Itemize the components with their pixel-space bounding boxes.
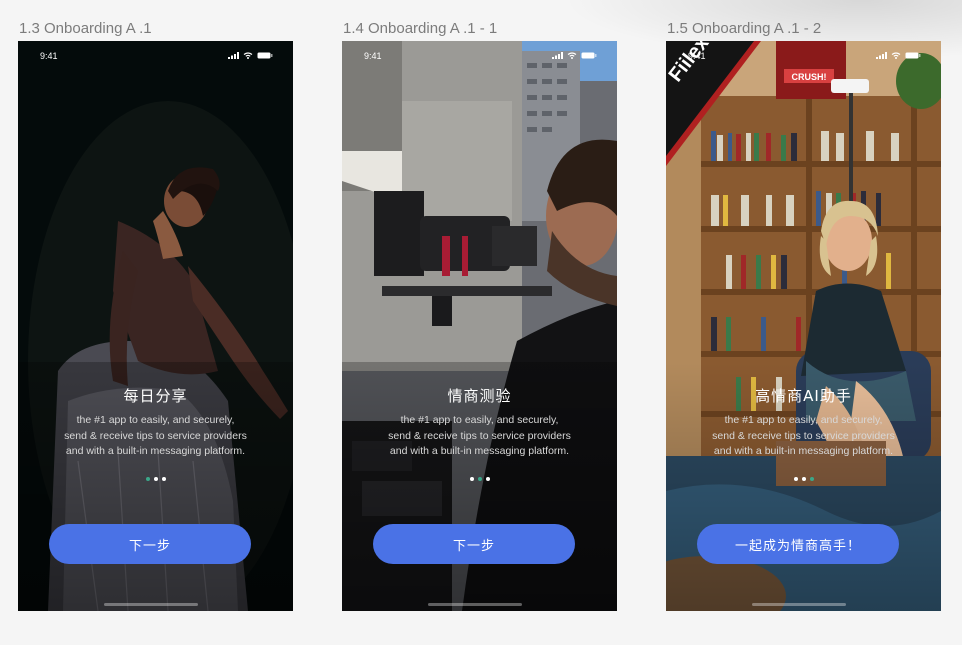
frame-label-1: 1.3 Onboarding A .1 — [19, 20, 152, 37]
page-indicator — [342, 477, 617, 481]
page-dot[interactable] — [485, 477, 490, 481]
onboarding-description: the #1 app to easily, and securely, send… — [666, 413, 941, 460]
page-dot[interactable] — [801, 477, 806, 481]
wifi-icon — [891, 52, 901, 59]
battery-icon — [581, 52, 597, 59]
next-button[interactable]: 下一步 — [373, 524, 575, 564]
desc-line: send & receive tips to service providers — [712, 429, 895, 442]
onboarding-title: 每日分享 — [123, 387, 188, 405]
page-dot-active[interactable] — [145, 477, 150, 481]
onboarding-title: 高情商AI助手 — [755, 387, 852, 405]
page-dot-active[interactable] — [477, 477, 482, 481]
home-indicator — [428, 603, 522, 606]
desc-line: send & receive tips to service providers — [388, 429, 571, 442]
signal-icon — [552, 52, 563, 59]
status-icons — [228, 52, 273, 59]
onboarding-description: the #1 app to easily, and securely, send… — [342, 413, 617, 460]
home-indicator — [752, 603, 846, 606]
start-button[interactable]: 一起成为情商高手！ — [697, 524, 899, 564]
wifi-icon — [567, 52, 577, 59]
onboarding-title: 情商测验 — [447, 387, 512, 405]
home-indicator — [104, 603, 198, 606]
desc-line: and with a built-in messaging platform. — [65, 445, 246, 457]
frame-label-3: 1.5 Onboarding A .1 - 2 — [667, 20, 822, 37]
onboarding-screen-3: Fiilex CRUSH! 9:41 高情商AI助手 the #1 app to… — [666, 41, 941, 611]
signal-icon — [876, 52, 887, 59]
desc-line: and with a built-in messaging platform. — [713, 445, 894, 457]
page-dot[interactable] — [793, 477, 798, 481]
page-dot[interactable] — [469, 477, 474, 481]
poster-text: CRUSH! — [792, 72, 827, 82]
page-indicator — [18, 477, 293, 481]
battery-icon — [905, 52, 921, 59]
page-dot[interactable] — [153, 477, 158, 481]
page-indicator — [666, 477, 941, 481]
status-icons — [552, 52, 597, 59]
status-time: 9:41 — [688, 51, 706, 61]
onboarding-screen-1: 9:41 每日分享 the #1 app to easily, and secu… — [18, 41, 293, 611]
desc-line: the #1 app to easily, and securely, — [76, 414, 235, 426]
desc-line: the #1 app to easily, and securely, — [400, 414, 559, 426]
desc-line: the #1 app to easily, and securely, — [724, 414, 883, 426]
onboarding-description: the #1 app to easily, and securely, send… — [18, 413, 293, 460]
next-button[interactable]: 下一步 — [49, 524, 251, 564]
desc-line: send & receive tips to service providers — [64, 429, 247, 442]
signal-icon — [228, 52, 239, 59]
page-dot[interactable] — [161, 477, 166, 481]
desc-line: and with a built-in messaging platform. — [389, 445, 570, 457]
status-icons — [876, 52, 921, 59]
wifi-icon — [243, 52, 253, 59]
onboarding-screen-2: 9:41 情商测验 the #1 app to easily, and secu… — [342, 41, 617, 611]
frame-label-2: 1.4 Onboarding A .1 - 1 — [343, 20, 498, 37]
page-dot-active[interactable] — [809, 477, 814, 481]
status-time: 9:41 — [40, 51, 58, 61]
battery-icon — [257, 52, 273, 59]
status-time: 9:41 — [364, 51, 382, 61]
